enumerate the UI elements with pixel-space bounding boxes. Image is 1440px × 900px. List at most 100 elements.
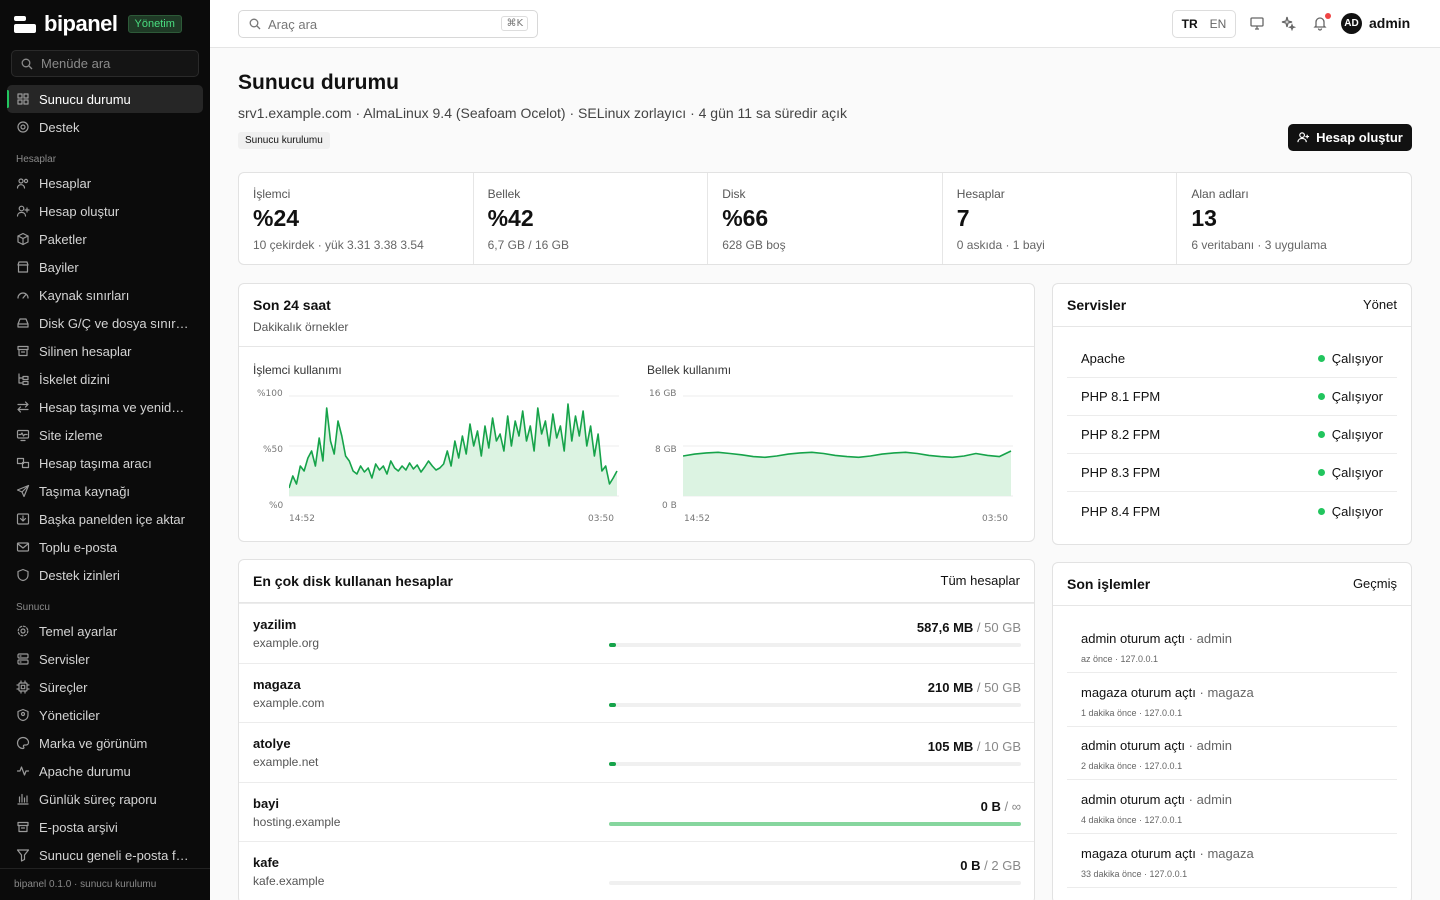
- service-row[interactable]: PHP 8.1 FPM Çalışıyor: [1067, 378, 1397, 416]
- account-row[interactable]: atolye example.net 105 MB / 10 GB: [239, 722, 1034, 782]
- mem-chart-label: Bellek kullanımı: [647, 363, 732, 377]
- stat-note: 6 veritabanı · 3 uygulama: [1191, 238, 1327, 252]
- sidebar-server-list: Temel ayarlar Servisler Süreçler Yöneticile…: [0, 617, 210, 869]
- sidebar-item-toplu-e-posta[interactable]: Toplu e-posta: [0, 533, 210, 561]
- account-name[interactable]: atolye: [253, 736, 291, 751]
- stat-islemci: İşlemci %24 10 çekirdek · yük 3.31 3.38 3.…: [239, 173, 474, 264]
- account-row[interactable]: yazilim example.org 587,6 MB / 50 GB: [239, 603, 1034, 663]
- lang-tr[interactable]: TR: [1182, 17, 1198, 31]
- activity-row[interactable]: magaza oturum açtı · magaza 33 dakika önc…: [1067, 834, 1397, 888]
- brand[interactable]: bipanel Yönetim: [0, 0, 210, 48]
- disk-usage-bar: [609, 881, 1021, 885]
- sidebar-item-hesap-olustur[interactable]: Hesap oluştur: [0, 197, 210, 225]
- import-icon: [16, 512, 30, 526]
- account-name[interactable]: bayi: [253, 796, 279, 811]
- sidebar-item-apache-durumu[interactable]: Apache durumu: [0, 757, 210, 785]
- sidebar-item-hesap-tasima-araci[interactable]: Hesap taşıma aracı: [0, 449, 210, 477]
- brand-name: bipanel: [44, 11, 118, 36]
- sidebar-item-label: Marka ve görünüm: [39, 735, 148, 751]
- sidebar-item-paketler[interactable]: Paketler: [0, 225, 210, 253]
- stat-label: Disk: [722, 187, 746, 201]
- activity-user: admin: [1196, 631, 1233, 646]
- lang-en[interactable]: EN: [1210, 17, 1227, 31]
- disk-usage-fill: [609, 643, 616, 647]
- user-name[interactable]: admin: [1369, 15, 1410, 31]
- sidebar-item-silinen-hesaplar[interactable]: Silinen hesaplar: [0, 337, 210, 365]
- activity-action: admin oturum açtı: [1081, 631, 1186, 646]
- sidebar-item-label: Hesap oluştur: [39, 203, 120, 219]
- sidebar-item-servisler[interactable]: Servisler: [0, 645, 210, 673]
- sidebar-item-label: Destek: [39, 119, 80, 135]
- account-name[interactable]: magaza: [253, 677, 301, 692]
- account-domain: example.net: [253, 755, 319, 769]
- activity-row[interactable]: magaza oturum açtı · magaza 1 dakika önce…: [1067, 673, 1397, 727]
- stat-disk: Disk %66 628 GB boş: [708, 173, 943, 264]
- sidebar-item-kaynak-sinirlari[interactable]: Kaynak sınırları: [0, 281, 210, 309]
- sidebar-item-bayiler[interactable]: Bayiler: [0, 253, 210, 281]
- sidebar-item-e-posta-arsivi[interactable]: E-posta arşivi: [0, 813, 210, 841]
- service-row[interactable]: PHP 8.4 FPM Çalışıyor: [1067, 492, 1397, 530]
- service-row[interactable]: PHP 8.2 FPM Çalışıyor: [1067, 416, 1397, 454]
- account-quota: 2 GB: [991, 858, 1021, 873]
- activity-row[interactable]: admin oturum açtı · admin 2 dakika önce ·…: [1067, 726, 1397, 781]
- activity-history-link[interactable]: Geçmiş: [1353, 576, 1397, 591]
- top-accounts-card: En çok disk kullanan hesaplar Tüm hesapl…: [238, 559, 1035, 900]
- sidebar-item-surecler[interactable]: Süreçler: [0, 673, 210, 701]
- sidebar-item-hesaplar[interactable]: Hesaplar: [0, 169, 210, 197]
- sidebar-item-gunluk-surec-raporu[interactable]: Günlük süreç raporu: [0, 785, 210, 813]
- create-account-label: Hesap oluştur: [1316, 130, 1403, 145]
- sidebar-section-accounts: Hesaplar: [16, 154, 57, 165]
- breadcrumb[interactable]: Sunucu kurulumu: [238, 132, 330, 149]
- services-manage-link[interactable]: Yönet: [1363, 297, 1397, 312]
- account-used: 105 MB: [927, 739, 974, 754]
- user-shield-icon: [16, 708, 30, 722]
- avatar[interactable]: AD: [1341, 13, 1362, 34]
- services-header: Servisler Yönet: [1053, 284, 1411, 327]
- activity-user: admin: [1196, 738, 1233, 754]
- sidebar-item-iskelet-dizini[interactable]: İskelet dizini: [0, 365, 210, 393]
- sidebar-item-temel-ayarlar[interactable]: Temel ayarlar: [0, 617, 210, 645]
- filter-icon: [16, 848, 30, 862]
- sidebar-item-destek-izinleri[interactable]: Destek izinleri: [0, 561, 210, 589]
- account-domain: hosting.example: [253, 814, 341, 829]
- service-status-label: Çalışıyor: [1331, 351, 1383, 366]
- status-dot-icon: [1317, 507, 1325, 515]
- create-account-button[interactable]: Hesap oluştur: [1288, 124, 1412, 151]
- all-accounts-link[interactable]: Tüm hesaplar: [941, 573, 1020, 588]
- disk-usage-fill: [609, 702, 616, 707]
- cpu-ytick-top: %100: [257, 389, 283, 399]
- stat-note: 6,7 GB / 16 GB: [487, 238, 569, 252]
- service-row[interactable]: PHP 8.3 FPM Çalışıyor: [1067, 454, 1397, 492]
- activity-card: Son işlemler Geçmiş admin oturum açtı · …: [1052, 562, 1412, 900]
- mem-ytick-top: 16 GB: [649, 389, 677, 399]
- activity-meta: az önce · 127.0.0.1: [1081, 654, 1159, 664]
- sidebar-item-sunucu-geneli-e-posta-filtreleri[interactable]: Sunucu geneli e-posta filtreleri: [0, 841, 210, 869]
- account-row[interactable]: magaza example.com 210 MB / 50 GB: [239, 662, 1034, 723]
- brand-badge: Yönetim: [127, 15, 182, 33]
- sidebar-item-sunucu-durumu[interactable]: Sunucu durumu: [7, 85, 203, 113]
- sidebar-item-yoneticiler[interactable]: Yöneticiler: [0, 701, 210, 729]
- archive-icon: [16, 344, 30, 358]
- bell-icon[interactable]: [1312, 13, 1331, 33]
- sidebar-item-marka-ve-gorunum[interactable]: Marka ve görünüm: [0, 729, 210, 757]
- sidebar-item-site-izleme[interactable]: Site izleme: [0, 421, 210, 449]
- sidebar-item-baska-panelden-ice-aktar[interactable]: Başka panelden içe aktar: [0, 505, 210, 533]
- account-name[interactable]: yazilim: [253, 617, 296, 632]
- language-switcher[interactable]: TR EN: [1172, 10, 1236, 38]
- sidebar-search-input[interactable]: Menüde ara: [11, 50, 199, 77]
- sidebar-item-disk-g-c-ve-dosya-sinirlari[interactable]: Disk G/Ç ve dosya sınırları: [0, 309, 210, 337]
- activity-user: magaza: [1207, 845, 1254, 861]
- service-row[interactable]: Apache Çalışıyor: [1067, 340, 1397, 378]
- account-row[interactable]: bayi hosting.example 0 B / ∞: [239, 781, 1034, 842]
- account-name[interactable]: kafe: [253, 855, 279, 870]
- activity-meta: 2 dakika önce · 127.0.0.1: [1081, 761, 1183, 772]
- sidebar-item-destek[interactable]: Destek: [0, 113, 210, 141]
- sparkle-icon[interactable]: [1280, 15, 1298, 33]
- activity-row[interactable]: admin oturum açtı · admin 4 dakika önce ·…: [1067, 780, 1397, 835]
- sidebar-item-tasima-kaynagi[interactable]: Taşıma kaynağı: [0, 477, 210, 505]
- tool-search-input[interactable]: Araç ara ⌘K: [238, 10, 538, 38]
- monitor-icon[interactable]: [1249, 15, 1267, 33]
- activity-row[interactable]: admin oturum açtı · admin az önce · 127.0…: [1067, 619, 1397, 673]
- account-row[interactable]: kafe kafe.example 0 B / 2 GB: [239, 841, 1034, 900]
- sidebar-item-hesap-tasima-ve-yeniden-adlandirma[interactable]: Hesap taşıma ve yeniden adlandırma: [0, 393, 210, 421]
